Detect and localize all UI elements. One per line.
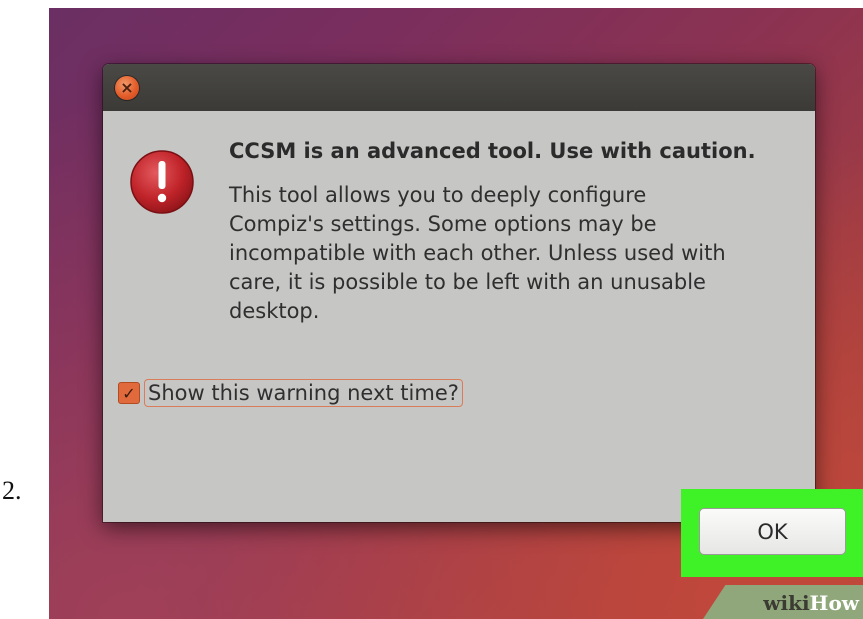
- body-line: Compiz's settings. Some options may be: [229, 212, 657, 236]
- dialog-titlebar: ×: [103, 64, 815, 111]
- watermark-part2: How: [809, 591, 859, 615]
- dialog-body: This tool allows you to deeply configure…: [229, 181, 809, 326]
- step-number: 2.: [2, 476, 22, 505]
- watermark-part1: wiki: [763, 591, 810, 615]
- show-warning-checkbox[interactable]: ✓: [118, 382, 140, 404]
- ccsm-warning-dialog: × CCSM is an advanced tool. Use with cau…: [103, 64, 863, 577]
- body-line: This tool allows you to deeply configure: [229, 183, 647, 207]
- body-line: incompatible with each other. Unless use…: [229, 241, 726, 265]
- body-line: desktop.: [229, 299, 320, 323]
- body-line: care, it is possible to be left with an …: [229, 270, 706, 294]
- exclamation-icon: [130, 150, 194, 214]
- show-warning-label[interactable]: Show this warning next time?: [144, 379, 463, 407]
- dialog-headline: CCSM is an advanced tool. Use with cauti…: [229, 139, 756, 163]
- show-warning-checkbox-row[interactable]: ✓ Show this warning next time?: [118, 376, 463, 410]
- screenshot-frame: × CCSM is an advanced tool. Use with cau…: [49, 8, 863, 619]
- ok-button[interactable]: OK: [699, 508, 846, 555]
- wikihow-logo: wikiHow: [763, 591, 859, 615]
- close-icon[interactable]: ×: [115, 76, 139, 100]
